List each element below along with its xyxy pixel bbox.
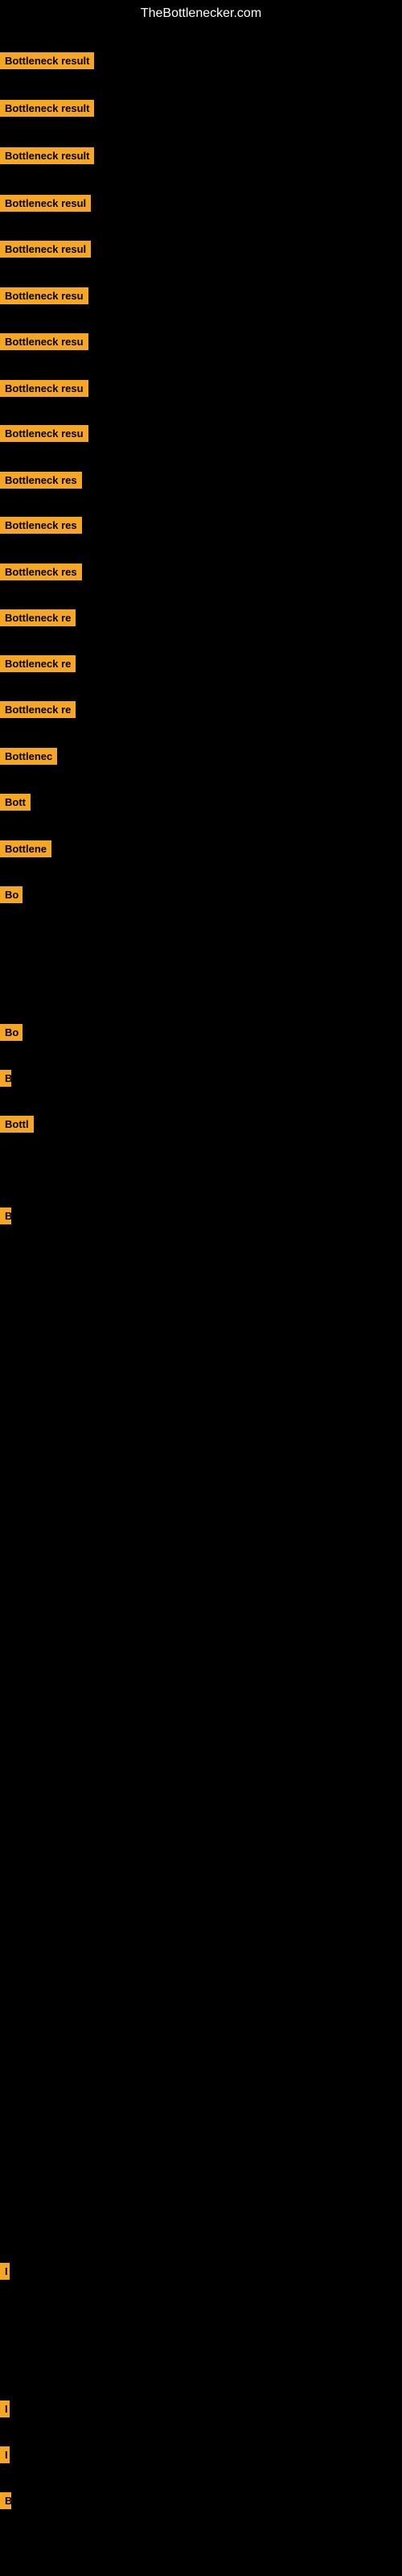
bottleneck-result-label: I bbox=[0, 2401, 10, 2417]
bottleneck-result-label: Bottleneck result bbox=[0, 147, 94, 164]
bottleneck-result-label: Bottleneck res bbox=[0, 564, 82, 580]
bottleneck-result-label: Bo bbox=[0, 886, 23, 903]
bottleneck-result-label: Bottleneck re bbox=[0, 701, 76, 718]
site-title: TheBottlenecker.com bbox=[0, 0, 402, 27]
bottleneck-result-label: Bottleneck result bbox=[0, 100, 94, 117]
bottleneck-result-label: I bbox=[0, 2263, 10, 2280]
bottleneck-result-label: Bottl bbox=[0, 1116, 34, 1133]
bottleneck-result-label: Bottlene bbox=[0, 840, 51, 857]
bottleneck-result-label: Bottleneck res bbox=[0, 472, 82, 489]
bottleneck-result-label: Bottleneck res bbox=[0, 517, 82, 534]
bottleneck-result-label: Bottleneck resul bbox=[0, 241, 91, 258]
bottleneck-result-label: Bott bbox=[0, 794, 31, 811]
bottleneck-result-label: Bottleneck resu bbox=[0, 333, 88, 350]
bottleneck-result-label: Bottleneck resul bbox=[0, 195, 91, 212]
bottleneck-result-label: Bo bbox=[0, 1024, 23, 1041]
bottleneck-result-label: Bottleneck re bbox=[0, 655, 76, 672]
bottleneck-result-label: B bbox=[0, 2492, 11, 2509]
bottleneck-result-label: Bottleneck resu bbox=[0, 380, 88, 397]
bottleneck-result-label: Bottleneck resu bbox=[0, 287, 88, 304]
bottleneck-result-label: B bbox=[0, 1070, 11, 1087]
chart-area: Bottleneck result Bottleneck result Bottle… bbox=[0, 31, 402, 2575]
bottleneck-result-label: B bbox=[0, 1208, 11, 1224]
bottleneck-result-label: Bottlenec bbox=[0, 748, 57, 765]
bottleneck-result-label: I bbox=[0, 2446, 10, 2463]
bottleneck-result-label: Bottleneck re bbox=[0, 609, 76, 626]
bottleneck-result-label: Bottleneck result bbox=[0, 52, 94, 69]
bottleneck-result-label: Bottleneck resu bbox=[0, 425, 88, 442]
